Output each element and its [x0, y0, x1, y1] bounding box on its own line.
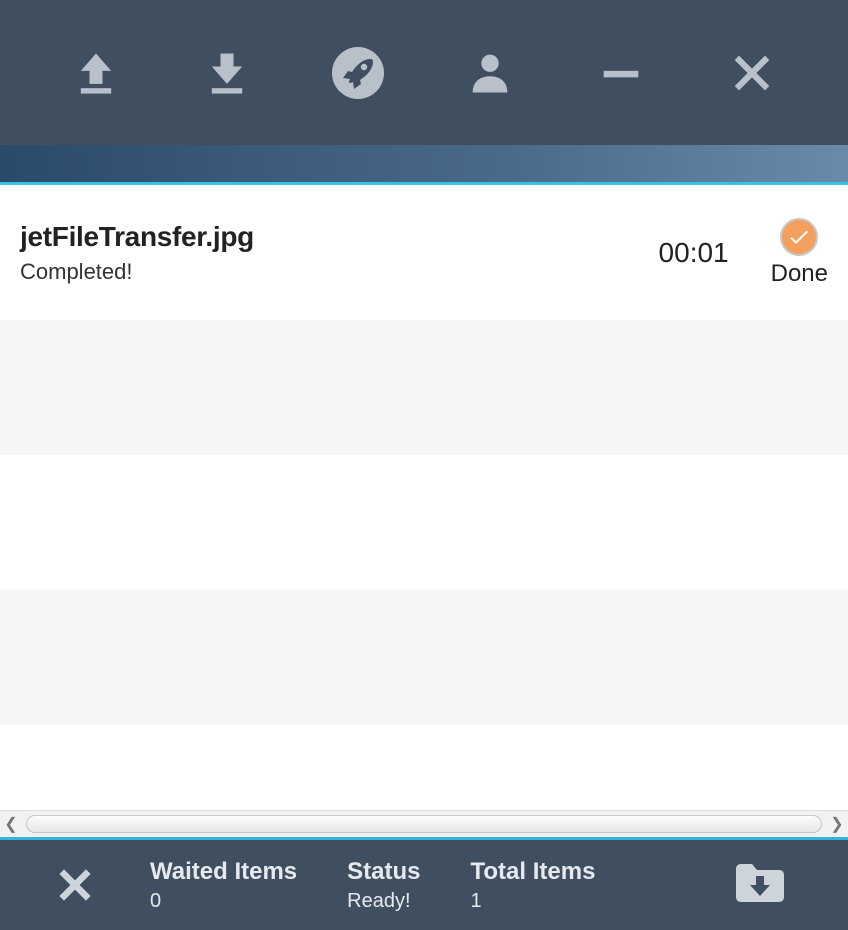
total-items-value: 1: [471, 890, 596, 913]
status-label: Status: [347, 858, 420, 886]
waited-items-stat: Waited Items 0: [150, 858, 297, 913]
minimize-button[interactable]: [566, 0, 676, 145]
scrollbar-track[interactable]: [26, 815, 822, 833]
rocket-button[interactable]: [303, 0, 413, 145]
download-icon: [201, 47, 253, 99]
status-value: Ready!: [347, 890, 420, 913]
transfer-state: Done: [771, 218, 828, 288]
transfer-state-label: Done: [771, 260, 828, 288]
bottom-statusbar: Waited Items 0 Status Ready! Total Items…: [0, 837, 848, 930]
open-folder-button[interactable]: [732, 859, 788, 912]
transfer-row[interactable]: jetFileTransfer.jpg Completed! 00:01 Don…: [0, 185, 848, 320]
empty-row: [0, 725, 848, 810]
transfer-filename: jetFileTransfer.jpg: [20, 221, 659, 253]
transfer-time: 00:01: [659, 237, 729, 269]
scroll-right-arrow[interactable]: ❯: [826, 811, 848, 838]
download-button[interactable]: [172, 0, 282, 145]
total-items-stat: Total Items 1: [471, 858, 596, 913]
upload-icon: [70, 47, 122, 99]
empty-row: [0, 590, 848, 725]
transfer-status-text: Completed!: [20, 259, 659, 285]
folder-download-icon: [732, 859, 788, 907]
rocket-icon: [330, 45, 386, 101]
close-button[interactable]: [697, 0, 807, 145]
transfer-list: jetFileTransfer.jpg Completed! 00:01 Don…: [0, 185, 848, 810]
done-check-icon: [780, 218, 818, 256]
close-icon: [726, 47, 778, 99]
waited-items-label: Waited Items: [150, 858, 297, 886]
empty-row: [0, 455, 848, 590]
upload-button[interactable]: [41, 0, 151, 145]
header-banner: [0, 145, 848, 185]
transfer-info: jetFileTransfer.jpg Completed!: [20, 221, 659, 285]
scroll-left-arrow[interactable]: ❮: [0, 811, 22, 838]
total-items-label: Total Items: [471, 858, 596, 886]
empty-row: [0, 320, 848, 455]
user-button[interactable]: [435, 0, 545, 145]
close-icon: [53, 863, 97, 907]
status-stat: Status Ready!: [347, 858, 420, 913]
minimize-icon: [595, 47, 647, 99]
clear-button[interactable]: [0, 863, 150, 907]
waited-items-value: 0: [150, 890, 297, 913]
horizontal-scrollbar[interactable]: ❮ ❯: [0, 810, 848, 837]
top-toolbar: [0, 0, 848, 145]
user-icon: [464, 47, 516, 99]
